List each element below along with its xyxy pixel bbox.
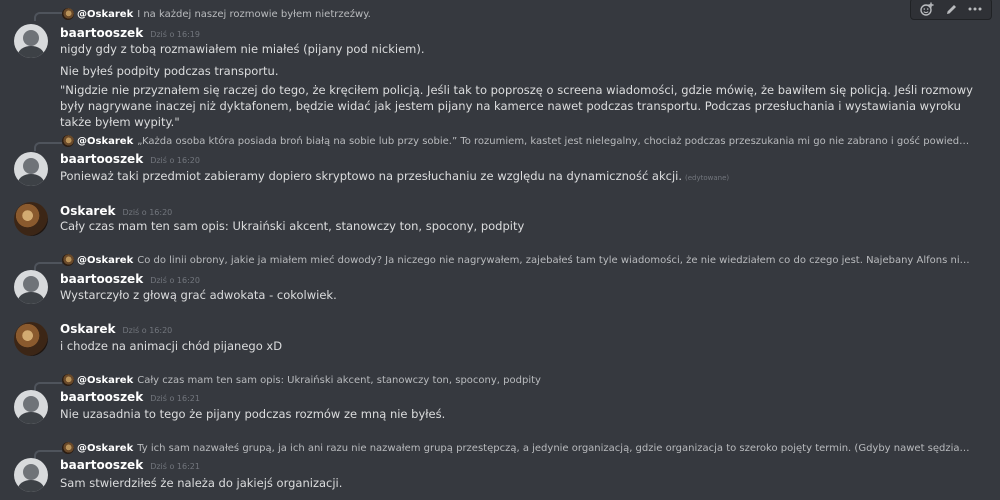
reply-text: Ty ich sam nazwałeś grupą, ja ich ani ra… xyxy=(137,442,970,454)
reply-preview[interactable]: @Oskarek Cały czas mam ten sam opis: Ukr… xyxy=(62,373,970,387)
reply-author[interactable]: @Oskarek xyxy=(77,136,133,147)
message-text: i chodze na animacji chód pijanego xD xyxy=(60,339,283,353)
timestamp: Dziś o 16:19 xyxy=(150,30,200,39)
reply-connector xyxy=(34,450,62,459)
username[interactable]: baartooszek xyxy=(60,26,143,40)
username[interactable]: baartooszek xyxy=(60,272,143,286)
reply-author[interactable]: @Oskarek xyxy=(77,375,133,386)
username[interactable]: Oskarek xyxy=(60,204,115,218)
reply-author[interactable]: @Oskarek xyxy=(77,9,133,20)
reply-connector xyxy=(34,12,62,21)
timestamp: Dziś o 16:20 xyxy=(150,156,200,165)
message-text: nigdy gdy z tobą rozmawiałem nie miałeś … xyxy=(60,42,425,56)
username[interactable]: baartooszek xyxy=(60,458,143,472)
reply-avatar xyxy=(62,442,74,454)
reply-author[interactable]: @Oskarek xyxy=(77,443,133,454)
message-text: Sam stwierdziłeś że należa do jakiejś or… xyxy=(60,476,343,490)
reply-text: I na każdej naszej rozmowie byłem nietrz… xyxy=(137,8,371,20)
avatar[interactable] xyxy=(14,322,48,356)
reply-preview[interactable]: @Oskarek I na każdej naszej rozmowie był… xyxy=(62,7,970,21)
reply-connector xyxy=(34,382,62,391)
reply-text: Co do linii obrony, jakie ja miałem mieć… xyxy=(137,254,970,266)
message-text: "Nigdzie nie przyznałem się raczej do te… xyxy=(60,83,973,129)
chat-messages[interactable]: @Oskarek I na każdej naszej rozmowie był… xyxy=(0,0,1000,500)
timestamp: Dziś o 16:20 xyxy=(122,326,173,335)
message[interactable]: @Oskarek Ty ich sam nazwałeś grupą, ja i… xyxy=(0,438,1000,500)
avatar[interactable] xyxy=(14,270,48,304)
message[interactable]: @Oskarek Cały czas mam ten sam opis: Ukr… xyxy=(0,370,1000,430)
message-text: Cały czas mam ten sam opis: Ukraiński ak… xyxy=(60,219,525,233)
pencil-icon[interactable] xyxy=(939,0,963,19)
reply-text: „Każda osoba która posiada broń białą na… xyxy=(137,135,970,147)
message-text: Nie byłeś podpity podczas transportu. xyxy=(60,64,279,78)
timestamp: Dziś o 16:20 xyxy=(150,276,200,285)
reply-preview[interactable]: @Oskarek Co do linii obrony, jakie ja mi… xyxy=(62,253,970,267)
username[interactable]: Oskarek xyxy=(60,322,115,336)
message[interactable]: Oskarek Dziś o 16:20 Cały czas mam ten s… xyxy=(0,198,1000,244)
reply-avatar xyxy=(62,135,74,147)
more-icon[interactable] xyxy=(963,0,987,19)
message-text: Ponieważ taki przedmiot zabieramy dopier… xyxy=(60,169,730,183)
reply-preview[interactable]: @Oskarek Ty ich sam nazwałeś grupą, ja i… xyxy=(62,441,970,455)
timestamp: Dziś o 16:21 xyxy=(150,394,200,403)
reply-text: Cały czas mam ten sam opis: Ukraiński ak… xyxy=(137,374,541,386)
timestamp: Dziś o 16:20 xyxy=(122,208,173,217)
avatar[interactable] xyxy=(14,390,48,424)
reply-avatar xyxy=(62,374,74,386)
reply-avatar xyxy=(62,8,74,20)
message-text: Nie uzasadnia to tego że pijany podczas … xyxy=(60,407,446,421)
avatar[interactable] xyxy=(14,458,48,492)
message[interactable]: @Oskarek I na każdej naszej rozmowie był… xyxy=(0,0,1000,129)
message[interactable]: @Oskarek „Każda osoba która posiada broń… xyxy=(0,130,1000,190)
username[interactable]: baartooszek xyxy=(60,152,143,166)
avatar[interactable] xyxy=(14,202,48,236)
username[interactable]: baartooszek xyxy=(60,390,143,404)
message[interactable]: Oskarek Dziś o 16:20 i chodze na animacj… xyxy=(0,318,1000,364)
add-reaction-icon[interactable] xyxy=(915,0,939,19)
avatar[interactable] xyxy=(14,152,48,186)
reply-connector xyxy=(34,262,62,271)
timestamp: Dziś o 16:21 xyxy=(150,462,200,471)
message[interactable]: @Oskarek Co do linii obrony, jakie ja mi… xyxy=(0,250,1000,310)
reply-avatar xyxy=(62,254,74,266)
avatar[interactable] xyxy=(14,24,48,58)
message-text: Wystarczyło z głową grać adwokata - coko… xyxy=(60,288,337,302)
reply-author[interactable]: @Oskarek xyxy=(77,255,133,266)
message-toolbar xyxy=(910,0,992,20)
edited-label: (edytowane) xyxy=(685,174,730,182)
reply-connector xyxy=(34,142,62,151)
reply-preview[interactable]: @Oskarek „Każda osoba która posiada broń… xyxy=(62,134,970,148)
